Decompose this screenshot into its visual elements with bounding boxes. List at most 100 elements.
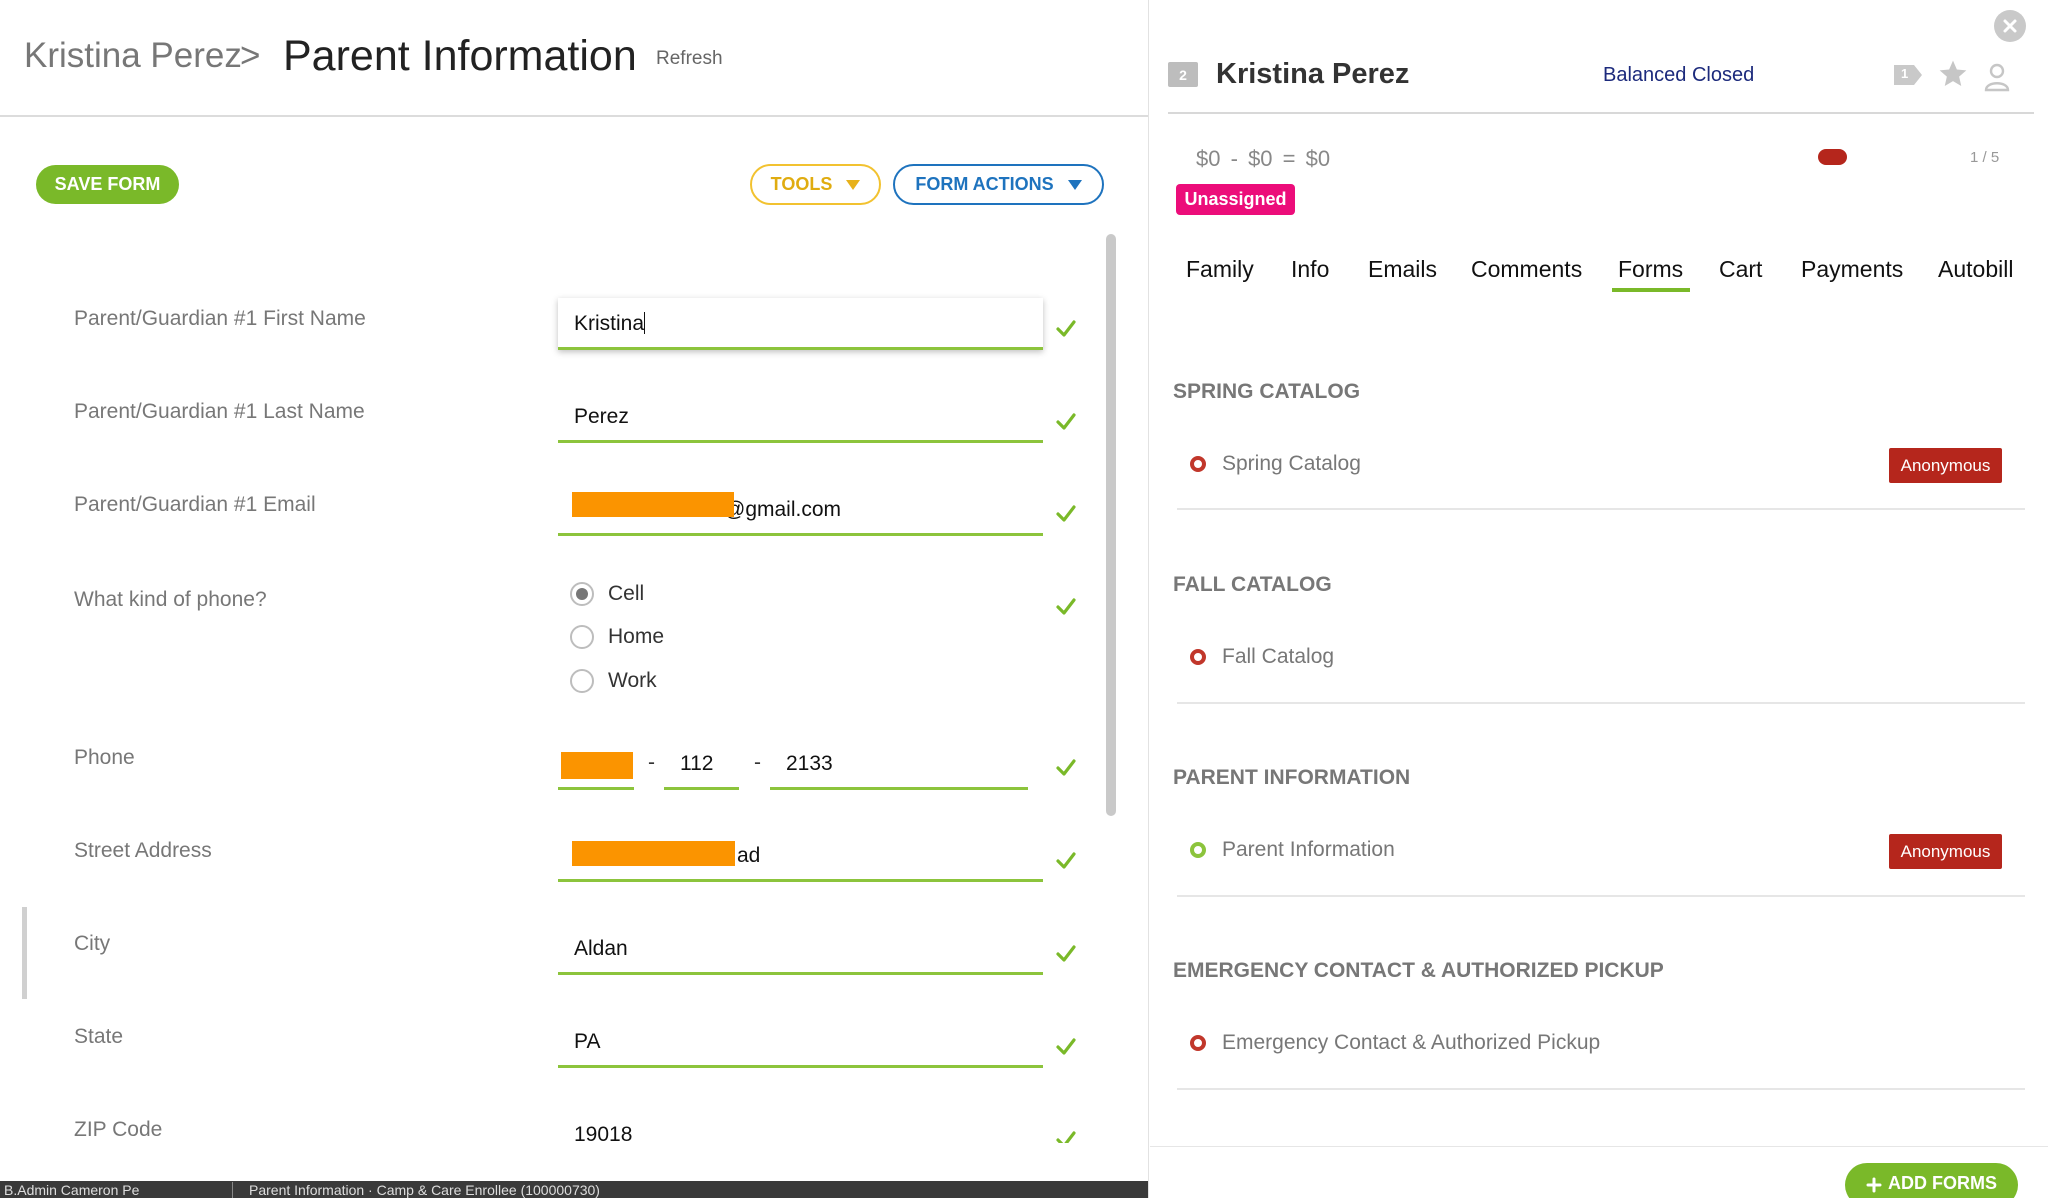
save-form-button[interactable]: SAVE FORM xyxy=(36,165,179,204)
redacted-email-box xyxy=(572,492,734,517)
redacted-area-code-box xyxy=(561,752,633,779)
state-value: PA xyxy=(574,1030,601,1053)
status-ring-icon xyxy=(1190,1035,1206,1051)
street-label: Street Address xyxy=(74,839,212,862)
last-name-input[interactable]: Perez xyxy=(558,391,1043,443)
section-title-spring: SPRING CATALOG xyxy=(1173,380,1361,403)
radio-work[interactable]: Work xyxy=(570,669,657,693)
section-title-fall: FALL CATALOG xyxy=(1173,573,1332,596)
redacted-street-box xyxy=(572,841,735,866)
balance-total: $0 xyxy=(1305,146,1331,171)
check-icon xyxy=(1056,413,1076,430)
section-title-parent-info: PARENT INFORMATION xyxy=(1173,766,1411,789)
phone-dash: - xyxy=(648,751,655,774)
text-cursor xyxy=(644,312,646,334)
tag-icon[interactable]: 1 xyxy=(1892,63,1924,87)
add-forms-button[interactable]: ADD FORMS xyxy=(1845,1163,2018,1198)
record-pager: 1 / 5 xyxy=(1970,149,2000,166)
tab-family[interactable]: Family xyxy=(1186,256,1254,283)
tools-dropdown[interactable]: TOOLS xyxy=(750,164,881,205)
phone-prefix-value: 112 xyxy=(680,752,714,775)
radio-work-label: Work xyxy=(608,669,657,692)
form-scrollbar[interactable] xyxy=(1106,234,1116,816)
check-icon xyxy=(1056,759,1076,776)
tab-comments[interactable]: Comments xyxy=(1471,256,1582,283)
last-name-label: Parent/Guardian #1 Last Name xyxy=(74,400,365,423)
star-icon[interactable] xyxy=(1937,58,1969,90)
chevron-right-icon: > xyxy=(240,36,261,75)
balance-summary: $0 - $0 = $0 xyxy=(1196,146,1330,172)
refresh-link[interactable]: Refresh xyxy=(656,48,723,70)
anonymous-badge: Anonymous xyxy=(1889,448,2002,483)
check-icon xyxy=(1056,945,1076,962)
tab-emails[interactable]: Emails xyxy=(1368,256,1437,283)
family-name: Kristina Perez xyxy=(1216,58,1410,90)
section-title-emergency: EMERGENCY CONTACT & AUTHORIZED PICKUP xyxy=(1173,959,1664,982)
item-divider xyxy=(1177,1088,2025,1090)
check-icon xyxy=(1056,320,1076,337)
item-divider xyxy=(1177,702,2025,704)
balance-equals: = xyxy=(1282,146,1296,171)
check-icon xyxy=(1056,1038,1076,1055)
form-item-label: Spring Catalog xyxy=(1222,452,1361,475)
radio-home[interactable]: Home xyxy=(570,625,664,649)
phone-kind-label: What kind of phone? xyxy=(74,588,267,611)
city-value: Aldan xyxy=(574,937,628,960)
radio-home-label: Home xyxy=(608,625,665,648)
caret-down-icon xyxy=(1067,179,1082,190)
active-tab-indicator xyxy=(1612,288,1690,292)
form-actions-label: FORM ACTIONS xyxy=(915,174,1054,194)
first-name-input[interactable]: Kristina xyxy=(558,298,1043,350)
first-name-label: Parent/Guardian #1 First Name xyxy=(74,307,366,330)
state-label: State xyxy=(74,1025,124,1048)
radio-empty-icon xyxy=(570,625,594,649)
check-icon xyxy=(1056,598,1076,615)
page-title: Parent Information xyxy=(283,32,637,80)
tab-payments[interactable]: Payments xyxy=(1801,256,1903,283)
tab-cart[interactable]: Cart xyxy=(1719,256,1762,283)
zip-label: ZIP Code xyxy=(74,1118,163,1141)
balance-b: $0 xyxy=(1248,146,1273,171)
check-icon xyxy=(1056,852,1076,869)
tools-label: TOOLS xyxy=(770,174,833,194)
phone-line-value: 2133 xyxy=(786,752,833,775)
save-form-label: SAVE FORM xyxy=(54,174,161,194)
form-item-spring-catalog[interactable]: Spring Catalog xyxy=(1190,452,1361,476)
form-panel: Kristina Perez > Parent Information Refr… xyxy=(0,0,1149,1198)
radio-cell[interactable]: Cell xyxy=(570,582,644,606)
assignment-badge[interactable]: Unassigned xyxy=(1176,184,1295,215)
form-item-parent-information[interactable]: Parent Information xyxy=(1190,838,1395,862)
balance-a: $0 xyxy=(1196,146,1221,171)
form-item-fall-catalog[interactable]: Fall Catalog xyxy=(1190,645,1334,669)
zip-input[interactable]: 19018 xyxy=(558,1109,1043,1161)
tab-autobill[interactable]: Autobill xyxy=(1938,256,2013,283)
item-divider xyxy=(1177,508,2025,510)
status-pill xyxy=(1818,149,1847,165)
status-bar: B.Admin Cameron Pe Parent Information · … xyxy=(0,1181,1148,1198)
footer-divider xyxy=(1150,1146,2048,1147)
close-icon xyxy=(2003,19,2017,33)
city-input[interactable]: Aldan xyxy=(558,923,1043,975)
tab-info[interactable]: Info xyxy=(1291,256,1329,283)
check-icon xyxy=(1056,505,1076,522)
status-ring-icon xyxy=(1190,842,1206,858)
status-bar-left: B.Admin Cameron Pe xyxy=(4,1182,140,1198)
form-actions-dropdown[interactable]: FORM ACTIONS xyxy=(893,164,1104,205)
phone-prefix-input[interactable]: 112 xyxy=(664,738,739,790)
tab-forms[interactable]: Forms xyxy=(1618,256,1683,283)
email-label: Parent/Guardian #1 Email xyxy=(74,493,316,516)
user-icon[interactable] xyxy=(1983,62,2011,92)
form-item-emergency-contact[interactable]: Emergency Contact & Authorized Pickup xyxy=(1190,1031,1600,1055)
phone-label: Phone xyxy=(74,746,135,769)
breadcrumb-family-link[interactable]: Kristina Perez xyxy=(24,36,242,76)
phone-dash: - xyxy=(754,751,761,774)
first-name-value: Kristina xyxy=(574,312,645,335)
close-button[interactable] xyxy=(1994,10,2026,42)
form-header: Kristina Perez > Parent Information Refr… xyxy=(0,0,1148,117)
phone-line-input[interactable]: 2133 xyxy=(770,738,1028,790)
city-label: City xyxy=(74,932,111,955)
header-divider xyxy=(1168,112,2034,114)
focus-accent-bar xyxy=(22,907,27,999)
balance-status: Balanced Closed xyxy=(1603,64,1755,86)
state-input[interactable]: PA xyxy=(558,1016,1043,1068)
